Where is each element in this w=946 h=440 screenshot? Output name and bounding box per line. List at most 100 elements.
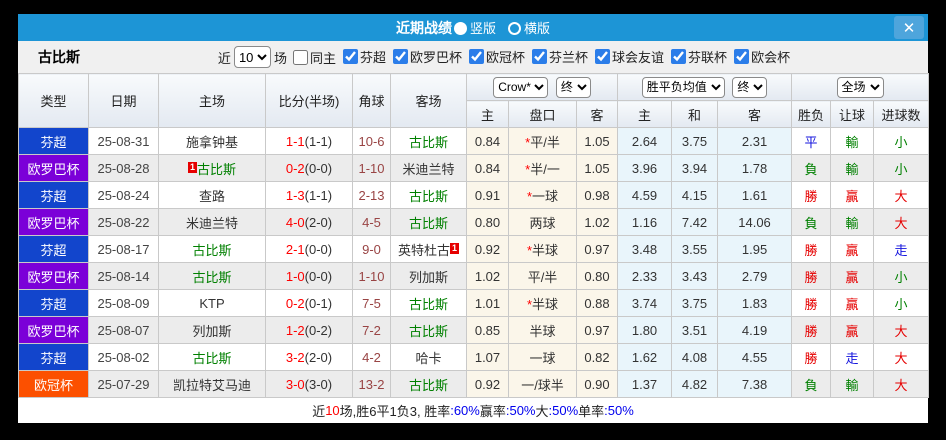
league-badge: 欧冠杯 (18, 370, 89, 398)
league-badge: 芬超 (18, 127, 89, 155)
match-date: 25-08-17 (88, 235, 159, 263)
team-label: 古比斯 (408, 296, 448, 312)
avg-type-select[interactable]: 胜平负均值 (641, 76, 725, 98)
team-label: 古比斯 (408, 188, 448, 204)
corners-cell: 7-5 (352, 289, 391, 317)
league-filter[interactable]: 芬联杯 (671, 47, 727, 66)
away-team: 古比斯 (390, 316, 467, 344)
league-filter[interactable]: 欧冠杯 (469, 47, 525, 66)
halftime-score: (0-0) (304, 268, 333, 284)
league-label: 欧冠杯 (486, 50, 526, 65)
radio-horizontal-label[interactable]: 横版 (524, 21, 550, 36)
avg-odds-cell: 3.96 (617, 154, 673, 182)
odds-cell: 0.84 (466, 127, 509, 155)
halftime-score: (0-1) (304, 295, 333, 311)
odds-cell: 1.07 (466, 343, 509, 371)
league-filter[interactable]: 芬超 (342, 47, 386, 66)
handicap-cell: *半/一 (508, 154, 577, 182)
home-team: 施拿钟基 (158, 127, 266, 155)
goals-result-cell: 大 (873, 208, 930, 236)
goals-result-cell: 小 (873, 154, 930, 182)
league-label: 芬超 (359, 50, 386, 65)
league-badge: 欧罗巴杯 (18, 316, 89, 344)
match-date: 25-08-14 (88, 262, 159, 290)
team-label: 哈卡 (415, 350, 442, 366)
goals-result-cell: 大 (873, 370, 930, 398)
fulltime-score: 2-1 (285, 241, 305, 257)
radio-vertical-label[interactable]: 竖版 (470, 21, 496, 36)
league-checkbox[interactable] (671, 49, 687, 64)
team-label: 古比斯 (197, 161, 237, 177)
league-filter[interactable]: 芬兰杯 (532, 47, 588, 66)
score-cell: 0-2(0-0) (265, 154, 353, 182)
match-row: 欧冠杯 25-07-29 凯拉特艾马迪 3-0(3-0) 13-2 古比斯 0.92 一/球半… (18, 370, 930, 398)
match-row: 芬超 25-08-24 查路 1-3(1-1) 2-13 古比斯 0.91 *一球 0.98 4.… (18, 181, 930, 209)
same-home-filter[interactable]: 同主 (292, 48, 336, 67)
odds-cell: 0.91 (466, 181, 509, 209)
score-cell: 1-1(1-1) (265, 127, 353, 155)
handicap-cell: *平/半 (508, 127, 577, 155)
close-button[interactable]: ✕ (894, 16, 924, 39)
same-home-checkbox[interactable] (292, 49, 308, 65)
match-row: 芬超 25-08-09 KTP 0-2(0-1) 7-5 古比斯 1.01 *半球 0.88 3.… (18, 289, 930, 317)
handicap-result-cell: 贏 (830, 289, 875, 317)
radio-vertical[interactable] (453, 21, 467, 35)
handicap-result-cell: 輸 (830, 127, 875, 155)
team-label: 古比斯 (192, 350, 232, 366)
league-checkbox[interactable] (734, 49, 750, 64)
league-label: 芬兰杯 (549, 50, 589, 65)
team-label: KTP (199, 295, 225, 311)
fulltime-score: 3-0 (285, 376, 305, 392)
league-checkbox[interactable] (392, 49, 408, 64)
home-team: 古比斯 (158, 343, 266, 371)
score-cell: 1-0(0-0) (265, 262, 353, 290)
corners-cell: 9-0 (352, 235, 391, 263)
handicap-cell: 半球 (508, 316, 577, 344)
league-label: 欧罗巴杯 (409, 50, 462, 65)
odds-provider-select[interactable]: Crow* (493, 76, 549, 98)
title-group: 近期战绩 竖版 横版 (396, 18, 550, 38)
sub-column-header: 主 (617, 100, 673, 128)
team-label: 古比斯 (192, 269, 232, 285)
goals-result-cell: 小 (873, 262, 930, 290)
odds-cell: 0.97 (575, 235, 619, 263)
league-filter[interactable]: 球会友谊 (595, 47, 664, 66)
avg-odds-cell: 3.48 (617, 235, 673, 263)
league-checkbox[interactable] (595, 49, 611, 64)
summary-segment: :50% (505, 403, 536, 418)
handicap-result-cell: 走 (830, 343, 875, 371)
odds-cell: 0.98 (575, 181, 619, 209)
match-row: 欧罗巴杯 25-08-22 米迪兰特 4-0(2-0) 4-5 古比斯 0.80 两球 1.02… (18, 208, 930, 236)
handicap-star: * (526, 242, 533, 258)
league-badge: 芬超 (18, 181, 89, 209)
corners-cell: 13-2 (352, 370, 391, 398)
league-badge: 欧罗巴杯 (18, 154, 89, 182)
away-team: 列加斯 (390, 262, 467, 290)
league-checkbox[interactable] (469, 49, 484, 64)
avg-odds-cell: 2.79 (717, 262, 793, 290)
radio-horizontal[interactable] (508, 21, 521, 35)
avg-time-select[interactable]: 终 (732, 76, 768, 98)
col-header-home: 主场 (158, 73, 266, 128)
scope-select[interactable]: 全场 (836, 76, 884, 98)
league-filter[interactable]: 欧会杯 (734, 47, 790, 66)
games-count-select[interactable]: 10 (233, 46, 271, 68)
sub-column-header: 客 (717, 100, 793, 128)
avg-odds-cell: 4.15 (671, 181, 719, 209)
league-filter[interactable]: 欧罗巴杯 (392, 47, 462, 66)
handicap-result-cell: 贏 (830, 235, 875, 263)
home-team: 古比斯 (158, 262, 266, 290)
filter-controls: 近 10 场 同主 芬超 欧罗巴杯 欧冠杯 芬兰杯 球会友谊 芬联杯 欧会杯 (80, 46, 928, 68)
handicap-cell: *半球 (508, 289, 577, 317)
odds-time-select[interactable]: 终 (555, 76, 591, 98)
sub-column-header: 主 (466, 100, 509, 128)
league-checkbox[interactable] (532, 49, 548, 64)
halftime-score: (0-0) (304, 160, 333, 176)
league-checkbox[interactable] (342, 49, 358, 64)
popup-title: 近期战绩 (395, 19, 452, 36)
handicap-result-cell: 贏 (830, 262, 875, 290)
odds-cell: 0.92 (466, 235, 509, 263)
match-row: 芬超 25-08-31 施拿钟基 1-1(1-1) 10-6 古比斯 0.84 *平/半 1.0… (18, 127, 930, 155)
match-date: 25-08-28 (88, 154, 159, 182)
avg-odds-cell: 3.55 (671, 235, 719, 263)
